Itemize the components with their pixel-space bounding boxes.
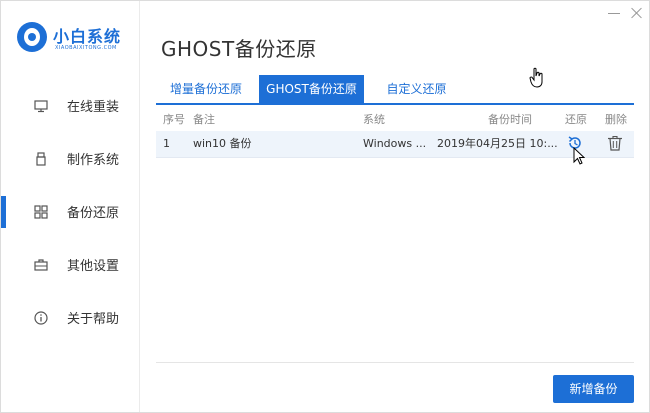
usb-icon [34, 151, 48, 166]
header-system: 系统 [363, 113, 385, 126]
minimize-button[interactable] [608, 7, 620, 19]
app-name: 小白系统 [53, 27, 122, 46]
trash-icon[interactable] [607, 135, 623, 151]
app-window: 小白系统 XIAOBAIXITONG.COM 在线重装 制作系统 备份还原 其他… [0, 0, 650, 413]
header-no: 序号 [163, 113, 185, 126]
page-title: GHOST备份还原 [161, 37, 317, 61]
arrow-cursor-icon [573, 146, 586, 165]
header-note: 备注 [193, 113, 215, 126]
sidebar-item-about-help[interactable]: 关于帮助 [1, 291, 139, 344]
divider [156, 362, 634, 363]
sidebar: 小白系统 XIAOBAIXITONG.COM 在线重装 制作系统 备份还原 其他… [1, 1, 140, 412]
sidebar-item-label: 在线重装 [67, 100, 120, 115]
sidebar-item-other-settings[interactable]: 其他设置 [1, 238, 139, 291]
close-button[interactable] [631, 7, 643, 19]
info-icon [34, 310, 48, 325]
sidebar-item-backup-restore[interactable]: 备份还原 [1, 185, 139, 238]
sidebar-item-label: 其他设置 [67, 259, 120, 274]
header-delete: 删除 [605, 113, 627, 126]
row-no: 1 [163, 137, 170, 150]
tab-incremental-backup[interactable]: 增量备份还原 [163, 75, 249, 103]
briefcase-icon [34, 258, 48, 272]
tab-custom-restore[interactable]: 自定义还原 [374, 75, 459, 103]
sidebar-item-label: 制作系统 [67, 153, 120, 168]
table-row[interactable]: 1 win10 备份 Windows ... 2019年04月25日 10:..… [156, 131, 634, 158]
sidebar-item-label: 关于帮助 [67, 312, 120, 327]
row-system: Windows ... [363, 137, 427, 150]
row-time: 2019年04月25日 10:... [437, 137, 558, 150]
tab-ghost-backup[interactable]: GHOST备份还原 [259, 75, 364, 103]
logo-icon [17, 22, 47, 52]
sidebar-nav: 在线重装 制作系统 备份还原 其他设置 关于帮助 [1, 79, 139, 344]
hand-cursor-icon [529, 67, 545, 89]
header-time: 备份时间 [488, 113, 532, 126]
sidebar-item-label: 备份还原 [67, 206, 120, 221]
app-logo: 小白系统 XIAOBAIXITONG.COM [17, 19, 137, 59]
sidebar-item-online-install[interactable]: 在线重装 [1, 79, 139, 132]
sidebar-item-make-system[interactable]: 制作系统 [1, 132, 139, 185]
row-note: win10 备份 [193, 137, 252, 150]
header-restore: 还原 [565, 113, 587, 126]
app-subtitle: XIAOBAIXITONG.COM [55, 45, 117, 51]
tab-bar: 增量备份还原 GHOST备份还原 自定义还原 [156, 75, 634, 105]
add-backup-button[interactable]: 新增备份 [553, 375, 634, 403]
grid-icon [34, 204, 48, 219]
backup-table: 序号 备注 系统 备份时间 还原 删除 1 win10 备份 Windows .… [156, 109, 634, 158]
monitor-icon [34, 99, 48, 113]
table-header: 序号 备注 系统 备份时间 还原 删除 [156, 109, 634, 131]
